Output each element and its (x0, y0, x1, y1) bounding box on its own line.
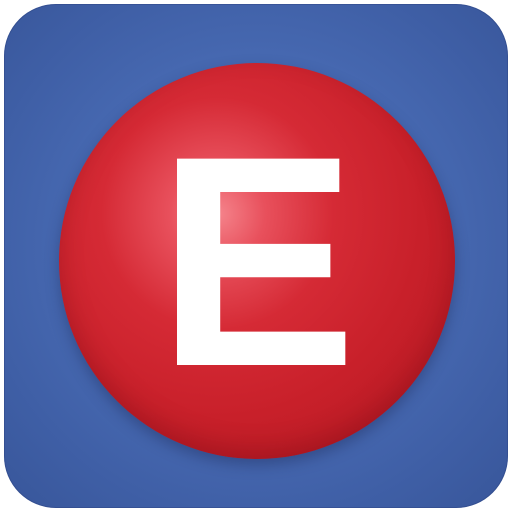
letter-e-glyph: E (156, 93, 358, 429)
app-icon[interactable]: E (4, 4, 508, 508)
canvas: E (0, 0, 512, 512)
red-circle: E (59, 63, 455, 459)
